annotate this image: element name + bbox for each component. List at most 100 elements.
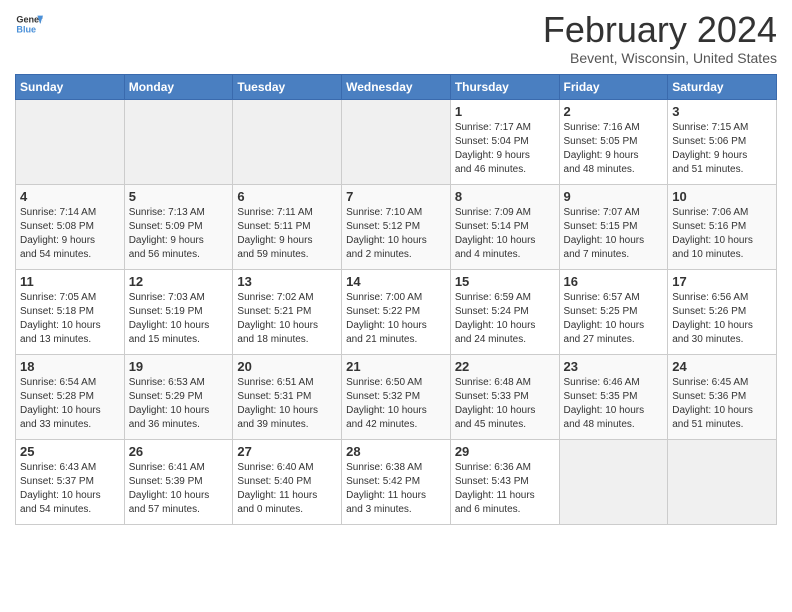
day-info: Sunrise: 7:09 AM Sunset: 5:14 PM Dayligh… [455,206,555,262]
calendar-cell: 9 Sunrise: 7:07 AM Sunset: 5:15 PM Daylig… [559,184,668,269]
calendar-cell: 19Sunrise: 6:53 AM Sunset: 5:29 PM Dayli… [124,354,233,439]
calendar-cell: 15 Sunrise: 6:59 AM Sunset: 5:24 PM Dayli… [450,269,559,354]
calendar-cell: 22Sunrise: 6:48 AM Sunset: 5:33 PM Dayli… [450,354,559,439]
day-number: 20 [237,359,337,374]
calendar-cell: 21 Sunrise: 6:50 AM Sunset: 5:32 PM Dayli… [342,354,451,439]
day-info: Sunrise: 7:16 AM Sunset: 5:05 PM Dayligh… [564,121,664,177]
calendar-cell: 5 Sunrise: 7:13 AM Sunset: 5:09 PM Daylig… [124,184,233,269]
day-info: Sunrise: 7:11 AM Sunset: 5:11 PM Dayligh… [237,206,337,262]
col-header-wednesday: Wednesday [342,74,451,99]
calendar-cell: 10 Sunrise: 7:06 AM Sunset: 5:16 PM Dayli… [668,184,777,269]
header-row: SundayMondayTuesdayWednesdayThursdayFrid… [16,74,777,99]
calendar-cell [233,99,342,184]
day-number: 14 [346,274,446,289]
calendar-cell: 24Sunrise: 6:45 AM Sunset: 5:36 PM Dayli… [668,354,777,439]
day-info: Sunrise: 6:43 AM Sunset: 5:37 PM Dayligh… [20,461,120,517]
calendar-cell [342,99,451,184]
day-info: Sunrise: 7:03 AM Sunset: 5:19 PM Dayligh… [129,291,229,347]
day-number: 8 [455,189,555,204]
main-title: February 2024 [543,10,777,50]
day-number: 24 [672,359,772,374]
week-row-2: 4Sunrise: 7:14 AM Sunset: 5:08 PM Daylig… [16,184,777,269]
day-number: 17 [672,274,772,289]
day-number: 27 [237,444,337,459]
day-number: 22 [455,359,555,374]
calendar-cell: 18 Sunrise: 6:54 AM Sunset: 5:28 PM Dayli… [16,354,125,439]
logo-icon: General Blue [15,10,43,38]
day-number: 10 [672,189,772,204]
calendar-cell: 4Sunrise: 7:14 AM Sunset: 5:08 PM Daylig… [16,184,125,269]
day-number: 18 [20,359,120,374]
calendar-cell [559,439,668,524]
day-number: 11 [20,274,120,289]
page-header: General Blue February 2024 Bevent, Wisco… [15,10,777,66]
calendar-cell: 20 Sunrise: 6:51 AM Sunset: 5:31 PM Dayli… [233,354,342,439]
col-header-thursday: Thursday [450,74,559,99]
day-info: Sunrise: 7:10 AM Sunset: 5:12 PM Dayligh… [346,206,446,262]
day-info: Sunrise: 6:40 AM Sunset: 5:40 PM Dayligh… [237,461,337,517]
calendar-cell: 27 Sunrise: 6:40 AM Sunset: 5:40 PM Dayli… [233,439,342,524]
calendar-cell: 14Sunrise: 7:00 AM Sunset: 5:22 PM Dayli… [342,269,451,354]
day-info: Sunrise: 7:07 AM Sunset: 5:15 PM Dayligh… [564,206,664,262]
day-info: Sunrise: 6:56 AM Sunset: 5:26 PM Dayligh… [672,291,772,347]
calendar-cell: 12 Sunrise: 7:03 AM Sunset: 5:19 PM Dayli… [124,269,233,354]
day-number: 9 [564,189,664,204]
day-number: 16 [564,274,664,289]
day-info: Sunrise: 6:38 AM Sunset: 5:42 PM Dayligh… [346,461,446,517]
calendar-cell: 16 Sunrise: 6:57 AM Sunset: 5:25 PM Dayli… [559,269,668,354]
title-block: February 2024 Bevent, Wisconsin, United … [543,10,777,66]
day-info: Sunrise: 7:17 AM Sunset: 5:04 PM Dayligh… [455,121,555,177]
day-number: 29 [455,444,555,459]
col-header-monday: Monday [124,74,233,99]
day-number: 15 [455,274,555,289]
day-number: 28 [346,444,446,459]
calendar-cell: 23Sunrise: 6:46 AM Sunset: 5:35 PM Dayli… [559,354,668,439]
svg-text:Blue: Blue [16,24,36,34]
calendar-cell: 26 Sunrise: 6:41 AM Sunset: 5:39 PM Dayli… [124,439,233,524]
day-number: 25 [20,444,120,459]
calendar-cell [124,99,233,184]
day-number: 4 [20,189,120,204]
day-number: 12 [129,274,229,289]
calendar-cell: 17 Sunrise: 6:56 AM Sunset: 5:26 PM Dayli… [668,269,777,354]
day-info: Sunrise: 7:13 AM Sunset: 5:09 PM Dayligh… [129,206,229,262]
day-info: Sunrise: 6:50 AM Sunset: 5:32 PM Dayligh… [346,376,446,432]
calendar-cell: 29 Sunrise: 6:36 AM Sunset: 5:43 PM Dayli… [450,439,559,524]
day-info: Sunrise: 6:51 AM Sunset: 5:31 PM Dayligh… [237,376,337,432]
day-info: Sunrise: 6:36 AM Sunset: 5:43 PM Dayligh… [455,461,555,517]
day-info: Sunrise: 6:41 AM Sunset: 5:39 PM Dayligh… [129,461,229,517]
day-number: 7 [346,189,446,204]
day-info: Sunrise: 6:57 AM Sunset: 5:25 PM Dayligh… [564,291,664,347]
day-number: 21 [346,359,446,374]
day-info: Sunrise: 7:06 AM Sunset: 5:16 PM Dayligh… [672,206,772,262]
col-header-friday: Friday [559,74,668,99]
day-number: 2 [564,104,664,119]
col-header-sunday: Sunday [16,74,125,99]
logo: General Blue [15,10,43,38]
col-header-saturday: Saturday [668,74,777,99]
calendar-cell [668,439,777,524]
day-info: Sunrise: 7:02 AM Sunset: 5:21 PM Dayligh… [237,291,337,347]
calendar-cell: 25 Sunrise: 6:43 AM Sunset: 5:37 PM Dayli… [16,439,125,524]
calendar-cell [16,99,125,184]
week-row-1: 1Sunrise: 7:17 AM Sunset: 5:04 PM Daylig… [16,99,777,184]
day-number: 3 [672,104,772,119]
day-info: Sunrise: 6:59 AM Sunset: 5:24 PM Dayligh… [455,291,555,347]
day-number: 19 [129,359,229,374]
col-header-tuesday: Tuesday [233,74,342,99]
day-number: 26 [129,444,229,459]
day-number: 13 [237,274,337,289]
calendar-cell: 6Sunrise: 7:11 AM Sunset: 5:11 PM Daylig… [233,184,342,269]
day-info: Sunrise: 6:54 AM Sunset: 5:28 PM Dayligh… [20,376,120,432]
week-row-5: 25 Sunrise: 6:43 AM Sunset: 5:37 PM Dayli… [16,439,777,524]
week-row-3: 11 Sunrise: 7:05 AM Sunset: 5:18 PM Dayli… [16,269,777,354]
calendar-cell: 28 Sunrise: 6:38 AM Sunset: 5:42 PM Dayli… [342,439,451,524]
day-number: 5 [129,189,229,204]
calendar-table: SundayMondayTuesdayWednesdayThursdayFrid… [15,74,777,525]
calendar-cell: 1Sunrise: 7:17 AM Sunset: 5:04 PM Daylig… [450,99,559,184]
day-info: Sunrise: 7:15 AM Sunset: 5:06 PM Dayligh… [672,121,772,177]
subtitle: Bevent, Wisconsin, United States [543,50,777,66]
calendar-cell: 13 Sunrise: 7:02 AM Sunset: 5:21 PM Dayli… [233,269,342,354]
day-info: Sunrise: 7:05 AM Sunset: 5:18 PM Dayligh… [20,291,120,347]
day-info: Sunrise: 6:46 AM Sunset: 5:35 PM Dayligh… [564,376,664,432]
